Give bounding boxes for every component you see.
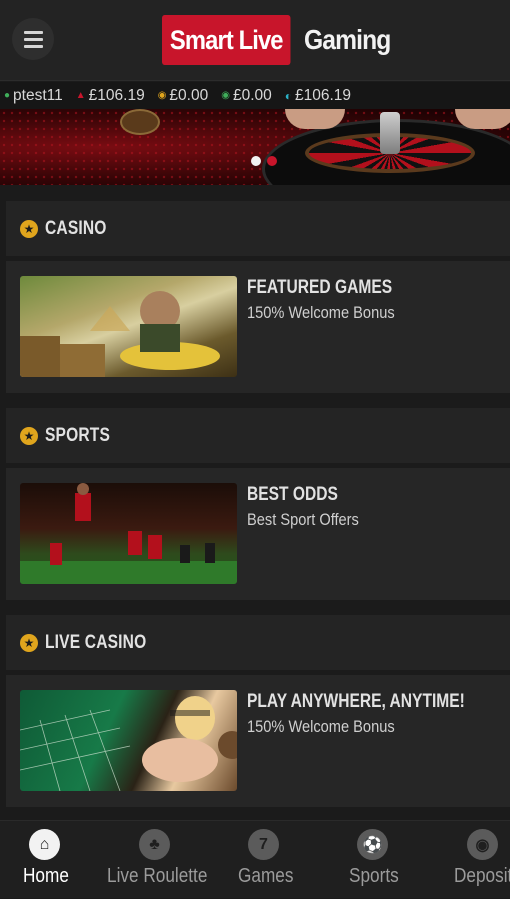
tab-label: Home (23, 865, 69, 887)
play-anywhere-thumbnail[interactable] (20, 690, 237, 791)
slide-dot-2[interactable] (267, 156, 277, 166)
menu-icon (24, 31, 43, 34)
seven-icon: 7 (248, 829, 279, 860)
banner-chip-image (120, 109, 160, 135)
tab-deposit[interactable]: ◉ Deposit (452, 821, 510, 899)
star-icon: ★ (20, 219, 38, 238)
tab-sports[interactable]: ⚽ Sports (342, 821, 452, 899)
live-casino-section-header: ★ LIVE CASINO (6, 615, 510, 670)
featured-games-card[interactable]: FEATURED GAMES 150% Welcome Bonus (6, 261, 510, 393)
logo-text-red: Smart Live (162, 15, 291, 65)
app-header: Smart Live Gaming (0, 0, 510, 81)
tab-home[interactable]: ⌂ Home (0, 821, 110, 899)
card-subtitle: Best Sport Offers (247, 510, 359, 529)
card-title[interactable]: PLAY ANYWHERE, ANYTIME! (247, 691, 465, 713)
brand-logo[interactable]: Smart Live Gaming (162, 15, 402, 65)
star-icon: ★ (20, 633, 38, 652)
tab-label: Deposit (454, 865, 510, 887)
total-icon: ◐ (284, 88, 292, 103)
tab-label: Sports (349, 865, 399, 887)
balance-bar: ● ptest11 ▲ £106.19 ◉ £0.00 ◉ £0.00 ◐ £1… (0, 82, 510, 109)
cash-icon: ◉ (221, 90, 230, 101)
user-icon: ● (4, 90, 11, 101)
wallet-value: £106.19 (88, 86, 145, 104)
total-value: £106.19 (295, 86, 352, 104)
wallet-icon: ▲ (75, 90, 86, 101)
home-icon: ⌂ (29, 829, 60, 860)
card-subtitle: 150% Welcome Bonus (247, 303, 395, 322)
tab-live-roulette[interactable]: ♣ Live Roulette (105, 821, 215, 899)
casino-section: ★ CASINO FEATURED GAMES 150% Welcome Bon… (6, 201, 510, 393)
coins-icon: ◉ (467, 829, 498, 860)
live-casino-thumbnail-art (20, 696, 237, 791)
bottom-tab-bar: ⌂ Home ♣ Live Roulette 7 Games ⚽ Sports … (0, 820, 510, 898)
logo-text-white: Gaming (304, 24, 391, 55)
cash-balance: ◉ £0.00 (221, 87, 272, 105)
sports-section-header: ★ SPORTS (6, 408, 510, 463)
live-casino-section: ★ LIVE CASINO PLAY ANYWHERE, ANYTIME! 15… (6, 615, 510, 807)
card-subtitle: 150% Welcome Bonus (247, 717, 395, 736)
club-icon: ♣ (139, 829, 170, 860)
play-anywhere-card[interactable]: PLAY ANYWHERE, ANYTIME! 150% Welcome Bon… (6, 675, 510, 807)
menu-icon-bar (24, 45, 43, 48)
tab-label: Games (238, 865, 294, 887)
casino-section-header: ★ CASINO (6, 201, 510, 256)
total-balance: ◐ £106.19 (285, 87, 351, 105)
casino-thumbnail-art (20, 291, 220, 377)
username-balance: ● ptest11 (4, 87, 63, 105)
bonus-balance: ◉ £0.00 (158, 87, 209, 105)
sports-section: ★ SPORTS BEST ODDS Best Sport Offers (6, 408, 510, 600)
section-title: LIVE CASINO (45, 631, 147, 653)
best-odds-card[interactable]: BEST ODDS Best Sport Offers (6, 468, 510, 600)
best-odds-thumbnail[interactable] (20, 483, 237, 584)
cash-value: £0.00 (232, 86, 272, 104)
sports-thumbnail-art (20, 483, 237, 584)
bonus-icon: ◉ (157, 90, 167, 101)
tab-label: Live Roulette (107, 865, 208, 887)
tab-games[interactable]: 7 Games (232, 821, 342, 899)
roulette-wheel-hub (380, 112, 400, 154)
card-title[interactable]: FEATURED GAMES (247, 277, 392, 299)
hamburger-menu-button[interactable] (12, 18, 54, 60)
card-title[interactable]: BEST ODDS (247, 484, 338, 506)
menu-icon-bar (24, 38, 43, 41)
soccer-ball-icon: ⚽ (357, 829, 388, 860)
section-title: CASINO (45, 217, 107, 239)
bonus-value: £0.00 (169, 86, 209, 104)
slide-dot-1[interactable] (251, 156, 261, 166)
promo-banner[interactable] (0, 109, 510, 185)
featured-games-thumbnail[interactable] (20, 276, 237, 377)
username-value: ptest11 (13, 86, 63, 104)
banner-pagination (251, 156, 277, 166)
section-title: SPORTS (45, 424, 111, 446)
wallet-balance: ▲ £106.19 (76, 87, 145, 105)
star-icon: ★ (20, 426, 38, 445)
